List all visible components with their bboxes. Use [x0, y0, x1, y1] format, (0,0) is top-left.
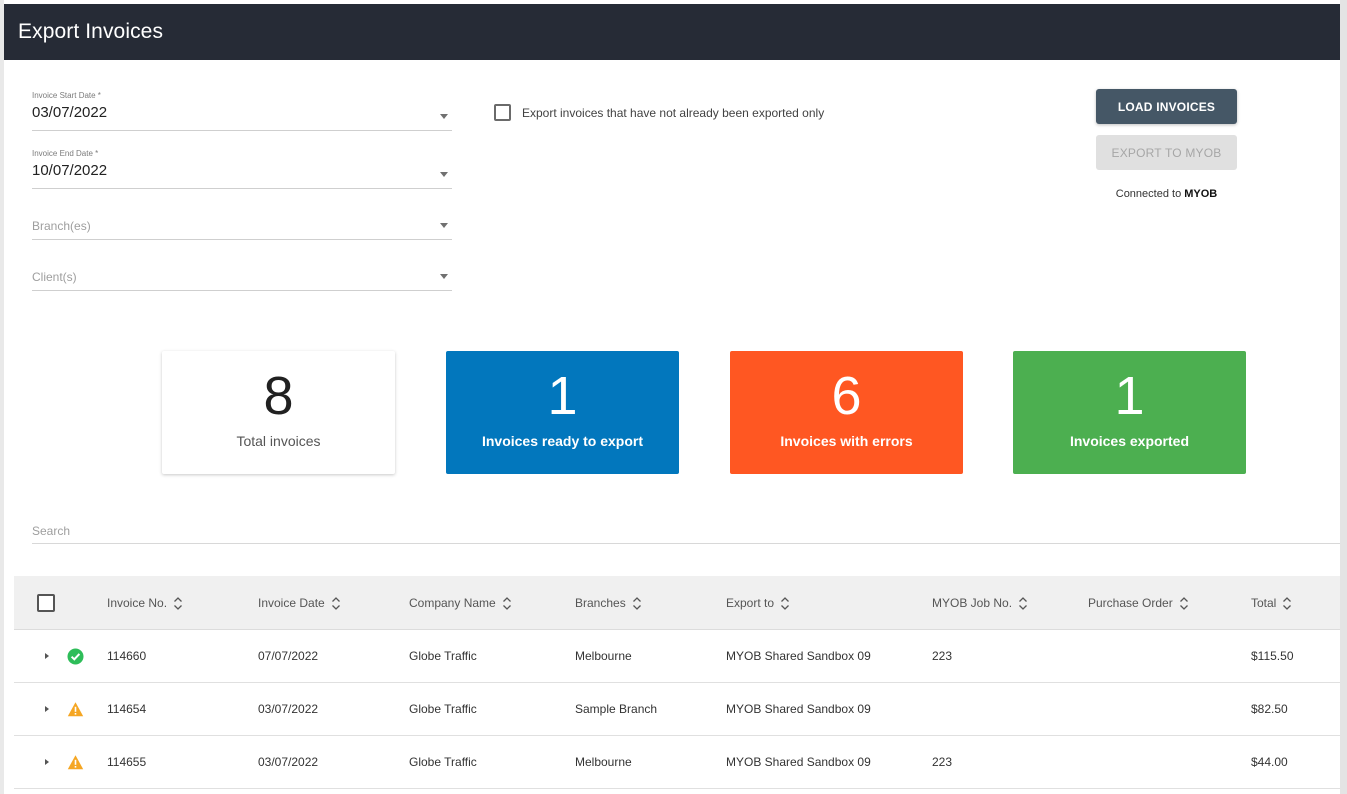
cell-total: $44.00: [1251, 755, 1288, 769]
start-date-field[interactable]: Invoice Start Date * 03/07/2022: [32, 91, 452, 131]
cell-branch: Melbourne: [575, 755, 632, 769]
column-header-invoice-date[interactable]: Invoice Date: [258, 576, 341, 629]
column-header-company-name[interactable]: Company Name: [409, 576, 512, 629]
sort-icon[interactable]: [331, 595, 341, 611]
connection-target: MYOB: [1184, 188, 1218, 200]
clients-select[interactable]: Client(s): [32, 267, 452, 291]
cell-company-name: Globe Traffic: [409, 702, 477, 716]
left-border: [0, 0, 4, 794]
start-date-value[interactable]: 03/07/2022: [32, 103, 452, 125]
column-header-export-to[interactable]: Export to: [726, 576, 790, 629]
cell-export-to: MYOB Shared Sandbox 09: [726, 649, 871, 663]
cell-invoice-no: 114655: [107, 755, 147, 769]
column-label: MYOB Job No.: [932, 595, 1013, 610]
column-header-purchase-order[interactable]: Purchase Order: [1088, 576, 1189, 629]
sort-icon[interactable]: [632, 595, 642, 611]
expand-row-icon[interactable]: [45, 653, 49, 659]
with-errors-card[interactable]: 6 Invoices with errors: [730, 351, 963, 474]
column-label: Branches: [575, 595, 626, 610]
sort-icon[interactable]: [1282, 595, 1292, 611]
table-row[interactable]: 114654 03/07/2022 Globe Traffic Sample B…: [14, 683, 1340, 736]
column-label: Export to: [726, 595, 775, 610]
with-errors-label: Invoices with errors: [780, 433, 913, 449]
column-header-total[interactable]: Total: [1251, 576, 1292, 629]
total-invoices-count: 8: [263, 366, 294, 426]
ready-to-export-label: Invoices ready to export: [481, 433, 644, 449]
exported-count: 1: [1114, 366, 1145, 426]
unexported-only-checkbox[interactable]: [494, 104, 511, 121]
ready-to-export-card[interactable]: 1 Invoices ready to export: [446, 351, 679, 474]
table-header: Invoice No. Invoice Date Company Name Br…: [14, 576, 1340, 630]
cell-total: $115.50: [1251, 649, 1294, 663]
cell-invoice-date: 03/07/2022: [258, 755, 319, 769]
sort-icon[interactable]: [780, 595, 790, 611]
exported-label: Invoices exported: [1069, 433, 1190, 449]
branches-select[interactable]: Branch(es): [32, 216, 452, 240]
unexported-only-label[interactable]: Export invoices that have not already be…: [522, 106, 824, 120]
branches-placeholder: Branch(es): [32, 219, 91, 233]
chevron-down-icon[interactable]: [440, 172, 448, 177]
exported-card[interactable]: 1 Invoices exported: [1013, 351, 1246, 474]
cell-invoice-date: 03/07/2022: [258, 702, 319, 716]
ready-to-export-count: 1: [547, 366, 578, 426]
cell-company-name: Globe Traffic: [409, 755, 477, 769]
chevron-down-icon[interactable]: [440, 223, 448, 228]
connection-status: Connected to MYOB: [1096, 188, 1237, 200]
warning-icon: [67, 701, 84, 718]
column-header-branches[interactable]: Branches: [575, 576, 642, 629]
total-invoices-card: 8 Total invoices: [162, 351, 395, 474]
column-label: Total: [1251, 595, 1277, 610]
expand-row-icon[interactable]: [45, 706, 49, 712]
end-date-value[interactable]: 10/07/2022: [32, 161, 452, 183]
with-errors-count: 6: [831, 366, 862, 426]
invoices-table: Invoice No. Invoice Date Company Name Br…: [14, 576, 1340, 789]
table-row[interactable]: 114655 03/07/2022 Globe Traffic Melbourn…: [14, 736, 1340, 789]
sort-icon[interactable]: [1018, 595, 1028, 611]
end-date-label: Invoice End Date *: [32, 149, 99, 158]
cell-invoice-no: 114654: [107, 702, 147, 716]
cell-invoice-no: 114660: [107, 649, 147, 663]
table-row[interactable]: 114660 07/07/2022 Globe Traffic Melbourn…: [14, 630, 1340, 683]
cell-branch: Sample Branch: [575, 702, 658, 716]
search-field[interactable]: [32, 522, 1340, 544]
cell-export-to: MYOB Shared Sandbox 09: [726, 755, 871, 769]
sort-icon[interactable]: [502, 595, 512, 611]
cell-myob-job-no: 223: [932, 649, 953, 663]
column-label: Invoice No.: [107, 595, 168, 610]
end-date-field[interactable]: Invoice End Date * 10/07/2022: [32, 149, 452, 189]
clients-placeholder: Client(s): [32, 270, 77, 284]
page-header: Export Invoices: [4, 4, 1340, 60]
sort-icon[interactable]: [173, 595, 183, 611]
chevron-down-icon[interactable]: [440, 114, 448, 119]
scrollbar-track[interactable]: [1340, 0, 1347, 794]
connection-prefix: Connected to: [1115, 188, 1182, 200]
page-title: Export Invoices: [18, 20, 164, 43]
warning-icon: [67, 754, 84, 771]
unexported-only-option[interactable]: Export invoices that have not already be…: [494, 104, 824, 121]
start-date-label: Invoice Start Date *: [32, 91, 101, 100]
search-input[interactable]: [32, 524, 1340, 538]
success-check-icon: [67, 648, 84, 665]
column-label: Purchase Order: [1088, 595, 1173, 610]
load-invoices-button[interactable]: LOAD INVOICES: [1096, 89, 1237, 124]
export-invoices-page: Export Invoices Invoice Start Date * 03/…: [0, 0, 1347, 794]
cell-myob-job-no: 223: [932, 755, 953, 769]
chevron-down-icon[interactable]: [440, 274, 448, 279]
select-all-checkbox[interactable]: [37, 594, 55, 612]
expand-row-icon[interactable]: [45, 759, 49, 765]
cell-company-name: Globe Traffic: [409, 649, 477, 663]
column-label: Invoice Date: [258, 595, 325, 610]
column-label: Company Name: [409, 595, 496, 610]
cell-export-to: MYOB Shared Sandbox 09: [726, 702, 871, 716]
cell-invoice-date: 07/07/2022: [258, 649, 319, 663]
export-to-myob-button[interactable]: EXPORT TO MYOB: [1096, 135, 1237, 170]
column-header-invoice-no[interactable]: Invoice No.: [107, 576, 183, 629]
cell-total: $82.50: [1251, 702, 1288, 716]
sort-icon[interactable]: [1179, 595, 1189, 611]
column-header-myob-job-no[interactable]: MYOB Job No.: [932, 576, 1028, 629]
total-invoices-label: Total invoices: [236, 433, 321, 449]
cell-branch: Melbourne: [575, 649, 632, 663]
